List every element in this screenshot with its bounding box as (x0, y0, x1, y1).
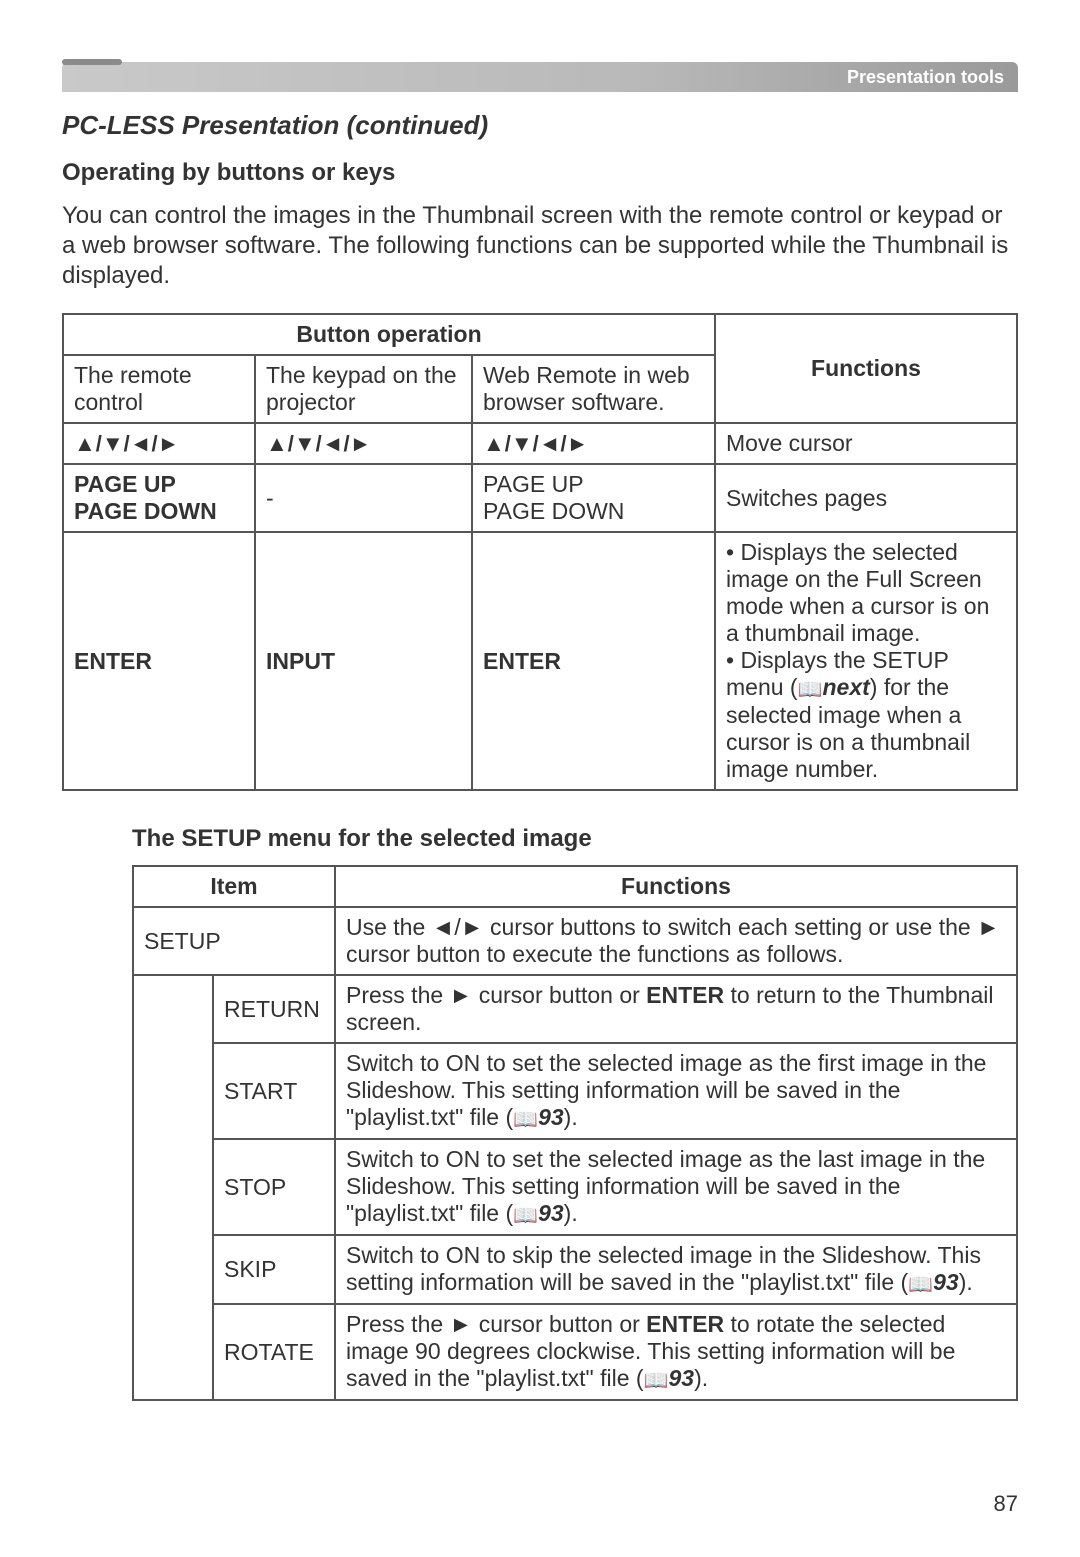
table-row: ENTER INPUT ENTER • Displays the selecte… (63, 532, 1017, 790)
page-root: Presentation tools PC-LESS Presentation … (0, 0, 1080, 1557)
text: ). (564, 1200, 578, 1226)
text: Press the ► cursor button or (346, 982, 646, 1008)
text: Switch to ON to set the selected image a… (346, 1050, 986, 1130)
text: ). (564, 1104, 578, 1130)
book-icon: 📖 (908, 1274, 933, 1296)
table-row: Item Functions (133, 866, 1017, 907)
table-row: PAGE UP PAGE DOWN - PAGE UP PAGE DOWN Sw… (63, 464, 1017, 532)
arrows-remote: ▲/▼/◄/► (63, 423, 255, 464)
ref-next: next (823, 674, 870, 700)
arrows-keypad: ▲/▼/◄/► (255, 423, 472, 464)
empty-indent-cell (133, 975, 213, 1400)
enter-web: ENTER (472, 532, 715, 790)
col-web: Web Remote in web browser software. (472, 355, 715, 423)
ref-93: 93 (538, 1104, 564, 1130)
ref-93: 93 (933, 1269, 959, 1295)
table-row: STOP Switch to ON to set the selected im… (133, 1139, 1017, 1235)
text: • Displays the selected image on the Ful… (726, 539, 989, 646)
item-skip: SKIP (213, 1235, 335, 1304)
func-movecursor: Move cursor (715, 423, 1017, 464)
arrows-web: ▲/▼/◄/► (472, 423, 715, 464)
intro-paragraph: You can control the images in the Thumbn… (62, 201, 1018, 291)
desc-return: Press the ► cursor button or ENTER to re… (335, 975, 1017, 1043)
label: PAGE UP (74, 471, 176, 497)
header-bar: Presentation tools (62, 62, 1018, 92)
text: Press the ► cursor button or (346, 1311, 646, 1337)
item-stop: STOP (213, 1139, 335, 1235)
subheading-operating: Operating by buttons or keys (62, 159, 1018, 187)
label: PAGE UP (483, 471, 584, 497)
col-remote: The remote control (63, 355, 255, 423)
func-enter: • Displays the selected image on the Ful… (715, 532, 1017, 790)
label: PAGE DOWN (74, 498, 217, 524)
item-start: START (213, 1043, 335, 1139)
desc-setup: Use the ◄/► cursor buttons to switch eac… (335, 907, 1017, 975)
table-row: ▲/▼/◄/► ▲/▼/◄/► ▲/▼/◄/► Move cursor (63, 423, 1017, 464)
book-icon: 📖 (513, 1109, 538, 1131)
button-op-header: Button operation (63, 314, 715, 355)
book-icon: 📖 (513, 1205, 538, 1227)
table-row: SKIP Switch to ON to skip the selected i… (133, 1235, 1017, 1304)
func-header: Functions (335, 866, 1017, 907)
col-keypad: The keypad on the projector (255, 355, 472, 423)
input-keypad: INPUT (255, 532, 472, 790)
book-icon: 📖 (644, 1370, 669, 1392)
subheading-setup-menu: The SETUP menu for the selected image (132, 825, 1018, 853)
item-return: RETURN (213, 975, 335, 1043)
page-number: 87 (62, 1491, 1018, 1517)
text-bold: ENTER (646, 982, 724, 1008)
desc-stop: Switch to ON to set the selected image a… (335, 1139, 1017, 1235)
item-rotate: ROTATE (213, 1304, 335, 1400)
book-icon: 📖 (798, 679, 823, 701)
section-title: PC-LESS Presentation (continued) (62, 110, 1018, 141)
item-setup: SETUP (133, 907, 335, 975)
desc-start: Switch to ON to set the selected image a… (335, 1043, 1017, 1139)
pageupdown-remote: PAGE UP PAGE DOWN (63, 464, 255, 532)
ref-93: 93 (538, 1200, 564, 1226)
pageupdown-web: PAGE UP PAGE DOWN (472, 464, 715, 532)
button-operation-table: Button operation Functions The remote co… (62, 313, 1018, 791)
text: ). (959, 1269, 973, 1295)
setup-menu-table: Item Functions SETUP Use the ◄/► cursor … (132, 865, 1018, 1401)
ref-93: 93 (668, 1365, 694, 1391)
table-row: START Switch to ON to set the selected i… (133, 1043, 1017, 1139)
text: Switch to ON to skip the selected image … (346, 1242, 981, 1295)
pageupdown-keypad: - (255, 464, 472, 532)
header-bar-label: Presentation tools (847, 62, 1004, 92)
text: Switch to ON to set the selected image a… (346, 1146, 985, 1226)
func-switchpages: Switches pages (715, 464, 1017, 532)
table-row: RETURN Press the ► cursor button or ENTE… (133, 975, 1017, 1043)
item-header: Item (133, 866, 335, 907)
desc-rotate: Press the ► cursor button or ENTER to ro… (335, 1304, 1017, 1400)
label: PAGE DOWN (483, 498, 624, 524)
functions-header: Functions (715, 314, 1017, 423)
enter-remote: ENTER (63, 532, 255, 790)
table-row: Button operation Functions (63, 314, 1017, 355)
table-row: ROTATE Press the ► cursor button or ENTE… (133, 1304, 1017, 1400)
text: ). (694, 1365, 708, 1391)
table-row: SETUP Use the ◄/► cursor buttons to swit… (133, 907, 1017, 975)
text-bold: ENTER (646, 1311, 724, 1337)
desc-skip: Switch to ON to skip the selected image … (335, 1235, 1017, 1304)
